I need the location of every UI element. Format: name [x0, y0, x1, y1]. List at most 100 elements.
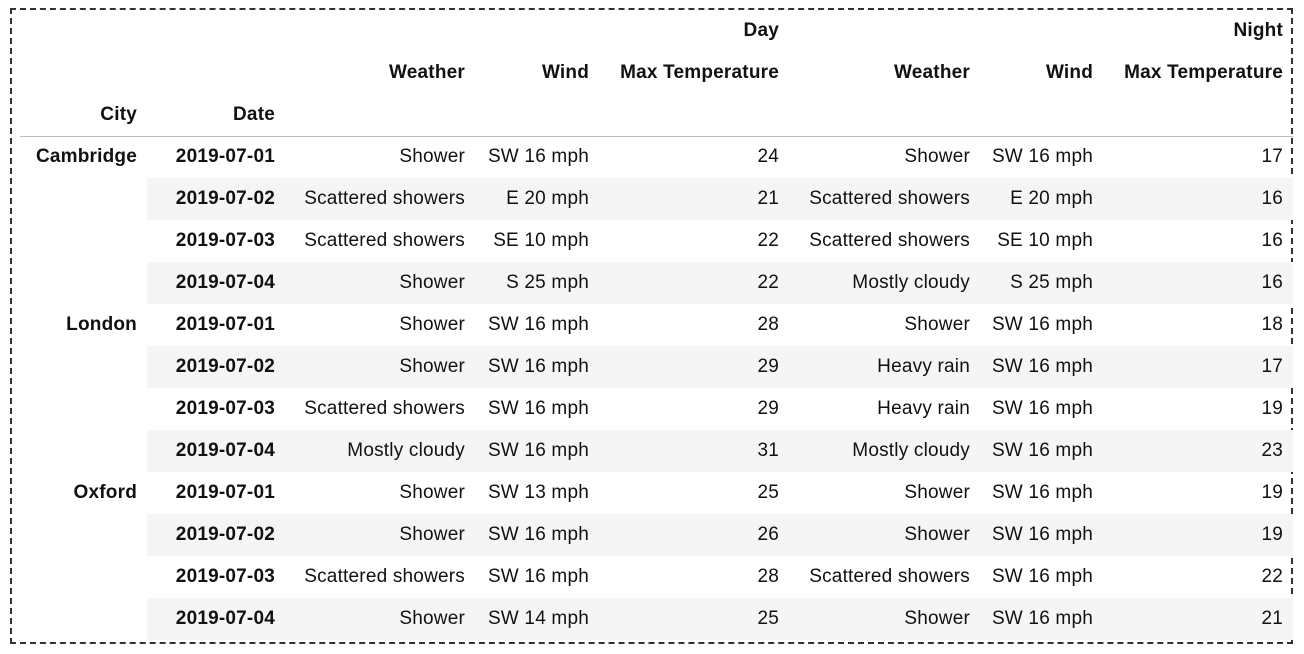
- table-row: 2019-07-03 Scattered showers SW 16 mph 28 Sc…: [20, 556, 1293, 598]
- cell-night-max-temperature: 22: [1261, 566, 1283, 587]
- date-index-cell: 2019-07-04: [147, 598, 285, 640]
- cell-night-wind: SW 16 mph: [991, 398, 1093, 419]
- cell-night-weather: Heavy rain: [877, 398, 970, 419]
- cell-night-weather: Mostly cloudy: [789, 262, 980, 304]
- cell-day-wind: SE 10 mph: [493, 230, 589, 251]
- city-index-cell: [20, 220, 147, 262]
- date-index-cell: 2019-07-02: [147, 514, 285, 556]
- cell-day-max-temperature: 25: [599, 598, 789, 640]
- cell-night-wind: SW 16 mph: [991, 566, 1093, 587]
- cell-night-wind: SW 16 mph: [980, 514, 1103, 556]
- cell-night-wind: SW 16 mph: [991, 482, 1093, 503]
- header-group-day: Day: [743, 20, 779, 41]
- cell-night-weather: Shower: [904, 314, 970, 335]
- cell-day-weather: Scattered showers: [304, 398, 465, 419]
- date-index-cell: 2019-07-03: [175, 398, 275, 419]
- cell-day-wind: SW 13 mph: [487, 482, 589, 503]
- date-index-cell: 2019-07-01: [175, 146, 275, 168]
- header-day-max-temperature: Max Temperature: [620, 62, 779, 83]
- cell-day-weather: Scattered showers: [304, 230, 465, 251]
- cell-night-wind: SW 16 mph: [980, 346, 1103, 388]
- date-index-cell: 2019-07-03: [175, 566, 275, 587]
- cell-night-max-temperature: 19: [1103, 514, 1293, 556]
- cell-night-max-temperature: 16: [1261, 230, 1283, 251]
- cell-day-weather: Shower: [285, 262, 475, 304]
- cell-day-weather: Scattered showers: [285, 178, 475, 220]
- cell-night-weather: Shower: [904, 482, 970, 503]
- city-index-cell: [20, 514, 147, 556]
- cell-night-wind: E 20 mph: [980, 178, 1103, 220]
- table-row: London 2019-07-01 Shower SW 16 mph 28 Shower S…: [20, 304, 1293, 346]
- cell-day-max-temperature: 22: [757, 230, 779, 251]
- city-index-cell: Cambridge: [20, 136, 147, 178]
- header-blank: [980, 94, 1103, 137]
- city-index-cell: [20, 388, 147, 430]
- cell-day-max-temperature: 22: [599, 262, 789, 304]
- table-body: Cambridge 2019-07-01 Shower SW 16 mph 24 Show…: [20, 136, 1293, 640]
- cell-night-max-temperature: 19: [1261, 482, 1283, 503]
- cell-day-wind: SW 16 mph: [487, 314, 589, 335]
- cell-night-max-temperature: 19: [1261, 398, 1283, 419]
- cell-day-wind: SW 16 mph: [487, 566, 589, 587]
- table-row: 2019-07-04 Mostly cloudy SW 16 mph 31 Mostly…: [20, 430, 1293, 472]
- cell-night-max-temperature: 16: [1103, 262, 1293, 304]
- cell-night-max-temperature: 17: [1103, 346, 1293, 388]
- table-row: 2019-07-02 Shower SW 16 mph 29 Heavy rain SW …: [20, 346, 1293, 388]
- cell-night-weather: Shower: [789, 598, 980, 640]
- table-row: Oxford 2019-07-01 Shower SW 13 mph 25 Shower S…: [20, 472, 1293, 514]
- cell-night-wind: SW 16 mph: [991, 314, 1093, 335]
- cell-day-wind: E 20 mph: [475, 178, 599, 220]
- cell-day-wind: SW 16 mph: [475, 346, 599, 388]
- cell-day-wind: SW 16 mph: [487, 146, 589, 168]
- cell-day-weather: Shower: [285, 598, 475, 640]
- header-row-groups: Day Night: [20, 10, 1293, 52]
- cell-night-max-temperature: 21: [1103, 598, 1293, 640]
- cell-day-max-temperature: 24: [757, 146, 779, 168]
- cell-day-max-temperature: 26: [599, 514, 789, 556]
- cell-night-max-temperature: 23: [1103, 430, 1293, 472]
- header-blank: [147, 52, 285, 94]
- city-index-cell: [20, 598, 147, 640]
- city-index-cell: [20, 178, 147, 220]
- table-row: Cambridge 2019-07-01 Shower SW 16 mph 24 Show…: [20, 136, 1293, 178]
- header-blank: [789, 94, 980, 137]
- cell-day-max-temperature: 29: [599, 346, 789, 388]
- cell-day-weather: Shower: [285, 346, 475, 388]
- date-index-cell: 2019-07-02: [147, 178, 285, 220]
- date-index-cell: 2019-07-02: [147, 346, 285, 388]
- date-index-cell: 2019-07-04: [147, 430, 285, 472]
- cell-night-weather: Shower: [789, 514, 980, 556]
- cell-day-wind: SW 14 mph: [475, 598, 599, 640]
- city-index-cell: [20, 262, 147, 304]
- cell-night-wind: SW 16 mph: [980, 430, 1103, 472]
- table-row: 2019-07-03 Scattered showers SW 16 mph 29 He…: [20, 388, 1293, 430]
- date-index-cell: 2019-07-01: [175, 482, 275, 503]
- cell-day-max-temperature: 29: [757, 398, 779, 419]
- city-index-cell: [20, 556, 147, 598]
- cell-night-weather: Scattered showers: [809, 230, 970, 251]
- table-row: 2019-07-04 Shower SW 14 mph 25 Shower SW 16 m…: [20, 598, 1293, 640]
- cell-day-max-temperature: 28: [757, 566, 779, 587]
- cell-day-wind: S 25 mph: [475, 262, 599, 304]
- table-row: 2019-07-02 Shower SW 16 mph 26 Shower SW 16 m…: [20, 514, 1293, 556]
- header-row-columns: Weather Wind Max Temperature Weather Win…: [20, 52, 1293, 94]
- cell-night-weather: Scattered showers: [789, 178, 980, 220]
- cell-day-wind: SW 16 mph: [475, 514, 599, 556]
- header-blank: [1103, 94, 1293, 137]
- weather-dataframe: Day Night Weather Wind Max Temperature W…: [20, 10, 1293, 640]
- header-night-weather: Weather: [893, 62, 970, 83]
- cell-day-weather: Shower: [399, 314, 465, 335]
- cell-day-max-temperature: 31: [599, 430, 789, 472]
- header-day-weather: Weather: [388, 62, 465, 83]
- header-index-date: Date: [147, 94, 285, 137]
- cell-day-wind: SW 16 mph: [475, 430, 599, 472]
- header-group-night: Night: [1233, 20, 1283, 41]
- header-day-wind: Wind: [541, 62, 589, 83]
- header-blank: [147, 10, 285, 52]
- cell-night-wind: SW 16 mph: [980, 598, 1103, 640]
- table-row: 2019-07-04 Shower S 25 mph 22 Mostly cloudy S…: [20, 262, 1293, 304]
- header-blank: [20, 52, 147, 94]
- cell-night-wind: SE 10 mph: [997, 230, 1093, 251]
- cell-day-weather: Mostly cloudy: [285, 430, 475, 472]
- header-night-max-temperature: Max Temperature: [1124, 62, 1283, 83]
